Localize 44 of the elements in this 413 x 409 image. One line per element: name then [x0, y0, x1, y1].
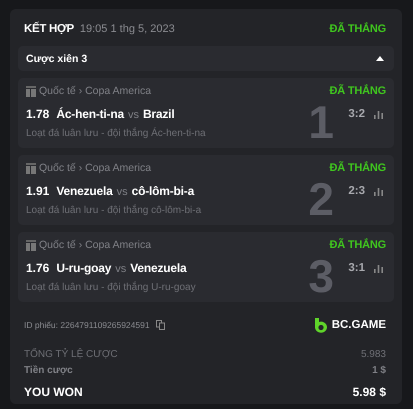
summary-label: YOU WON — [24, 385, 83, 399]
bet-time: 19:05 1 thg 5, 2023 — [80, 23, 175, 35]
league-name: Quốc tế › Copa America — [39, 239, 152, 251]
market-description: Loạt đá luân lưu - đội thắng Ác-hen-ti-na — [26, 128, 207, 139]
summary-value: 1 $ — [372, 364, 386, 376]
market-description: Loạt đá luân lưu - đội thắng cô-lôm-bi-a — [26, 205, 202, 216]
market-description: Loạt đá luân lưu - đội thắng U-ru-goay — [26, 282, 197, 293]
bet-type-title: KẾT HỢP — [24, 23, 74, 35]
team-name: Venezuela — [56, 184, 113, 198]
vs-label: vs — [115, 263, 126, 275]
odds-value: 1.76 — [26, 261, 50, 275]
match-score: 2:3 — [348, 185, 365, 197]
league-name: Quốc tế › Copa America — [39, 162, 152, 174]
team-name: Venezuela — [130, 261, 186, 275]
brand-logo-icon — [314, 318, 327, 332]
league-logo-icon — [26, 240, 36, 250]
brand-name: BC.GAME — [332, 319, 386, 331]
status-label: ĐÃ THẮNG — [330, 85, 386, 97]
summary-value: 5.983 — [360, 348, 386, 360]
match-score: 3:2 — [348, 108, 365, 120]
summary-label: TỔNG TỶ LỆ CƯỢC — [24, 348, 118, 360]
status-label: ĐÃ THẮNG — [330, 239, 386, 251]
team-name: U-ru-goay — [56, 261, 112, 275]
vs-label: vs — [116, 186, 128, 198]
league-logo-icon — [26, 162, 36, 174]
team-name: Ác-hen-ti-na — [56, 107, 124, 121]
stats-icon[interactable] — [374, 264, 383, 272]
ticket-id: ID phiếu: 2264791109265924591 — [24, 320, 150, 330]
copy-icon[interactable] — [156, 320, 165, 330]
summary-label: Tiền cược — [24, 364, 73, 376]
stats-icon[interactable] — [374, 110, 383, 118]
parlay-toggle[interactable]: Cược xiên 3 — [18, 46, 394, 71]
stats-icon[interactable] — [374, 186, 383, 196]
odds-value: 1.78 — [26, 107, 50, 121]
vs-label: vs — [128, 109, 139, 121]
status-label: ĐÃ THẮNG — [330, 162, 386, 174]
match-score: 3:1 — [348, 262, 365, 274]
league-name: Quốc tế › Copa America — [39, 85, 152, 97]
team-name: cô-lôm-bi-a — [132, 184, 194, 198]
odds-value: 1.91 — [26, 184, 50, 198]
status-label: ĐÃ THẮNG — [330, 23, 386, 35]
league-logo-icon — [26, 86, 36, 96]
team-name: Brazil — [142, 107, 174, 121]
summary-value: 5.98 $ — [352, 385, 386, 399]
